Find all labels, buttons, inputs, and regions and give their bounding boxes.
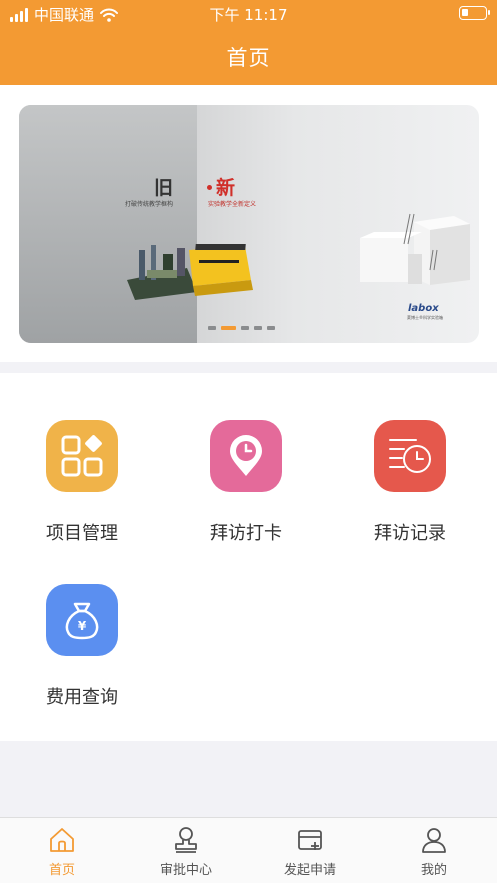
status-time: 下午 11:17 <box>209 6 288 24</box>
banner-dot <box>207 185 212 190</box>
tab-label: 审批中心 <box>159 863 212 878</box>
tab-label: 首页 <box>48 863 75 878</box>
clock-list-icon <box>374 420 446 492</box>
page-title: 首页 <box>226 46 271 70</box>
tab-home[interactable]: 首页 <box>0 818 124 883</box>
carousel-dot[interactable] <box>254 326 262 330</box>
grid-apps-icon <box>46 420 118 492</box>
banner-new-title: 新 <box>216 177 236 199</box>
carousel-dot-active[interactable] <box>221 326 236 330</box>
banner-left-panel <box>19 105 197 343</box>
banner-section: 旧 打破传统教学框构 新 实验教学全新定义 labox 萊博士®科学实验箱 <box>0 85 497 362</box>
tab-label: 发起申请 <box>283 863 336 878</box>
white-cubes-image <box>360 213 470 285</box>
banner-carousel[interactable]: 旧 打破传统教学框构 新 实验教学全新定义 labox 萊博士®科学实验箱 <box>19 105 479 343</box>
carousel-dot[interactable] <box>208 326 216 330</box>
circuit-board-image <box>127 244 253 300</box>
user-icon <box>422 828 446 853</box>
money-bag-icon: ¥ <box>46 584 118 656</box>
feature-label: 费用查询 <box>46 687 118 708</box>
tab-submit-request[interactable]: 发起申请 <box>248 818 372 883</box>
svg-text:¥: ¥ <box>78 619 87 633</box>
feature-visit-checkin[interactable]: 拜访打卡 <box>183 373 303 544</box>
tab-approval-center[interactable]: 审批中心 <box>124 818 248 883</box>
feature-visit-records[interactable]: 拜访记录 <box>347 373 467 544</box>
banner-old-title: 旧 <box>154 177 174 199</box>
banner-new-subtitle: 实验教学全新定义 <box>208 201 257 208</box>
brand-logo: labox <box>408 303 439 314</box>
app-header: 中国联通 下午 11:17 首页 <box>0 0 497 85</box>
feature-grid: 项目管理 拜访打卡 拜访记录 ¥ 费用查询 <box>0 373 497 741</box>
feature-expense-query[interactable]: ¥ 费用查询 <box>19 537 139 708</box>
battery-icon <box>459 6 490 20</box>
feature-label: 拜访打卡 <box>210 523 282 544</box>
stamp-icon <box>175 827 197 853</box>
carousel-dot[interactable] <box>241 326 249 330</box>
home-icon <box>50 828 74 852</box>
card-add-icon <box>298 830 322 850</box>
feature-label: 拜访记录 <box>374 523 446 544</box>
brand-subtitle: 萊博士®科学实验箱 <box>407 315 443 320</box>
location-clock-icon <box>210 420 282 492</box>
tab-mine[interactable]: 我的 <box>372 818 496 883</box>
status-bar: 中国联通 下午 11:17 <box>0 0 497 28</box>
feature-project-management[interactable]: 项目管理 <box>19 373 139 544</box>
carousel-indicators <box>208 326 275 330</box>
carousel-dot[interactable] <box>267 326 275 330</box>
banner-old-subtitle: 打破传统教学框构 <box>125 201 174 208</box>
bottom-tab-bar: 首页 审批中心 发起申请 我的 <box>0 817 497 883</box>
tab-label: 我的 <box>420 863 447 878</box>
